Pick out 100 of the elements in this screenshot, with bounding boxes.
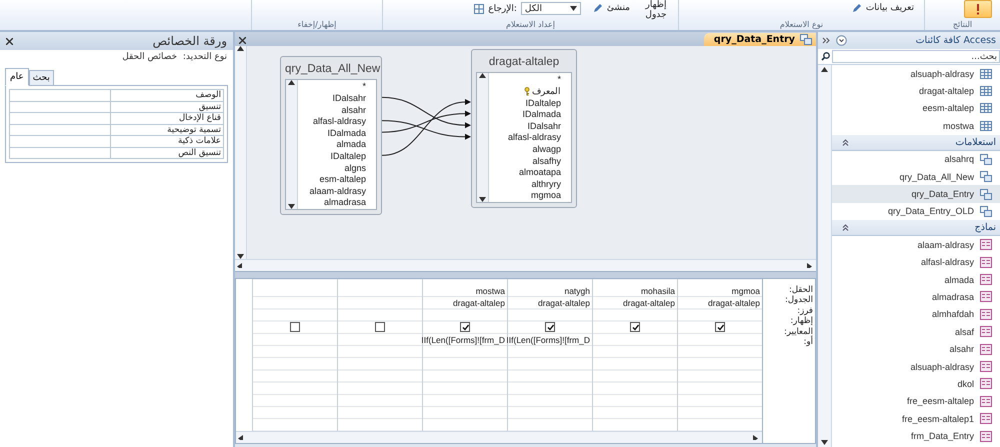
- field-name[interactable]: IDalmada: [298, 127, 376, 139]
- field-name[interactable]: *: [489, 74, 571, 86]
- run-button[interactable]: [964, 0, 992, 18]
- grid-cell[interactable]: mgmoa: [678, 284, 762, 297]
- return-dropdown[interactable]: الكل: [520, 2, 581, 15]
- show-checkbox[interactable]: [375, 322, 385, 332]
- vertical-scrollbar[interactable]: [818, 65, 832, 447]
- navigation-item[interactable]: mostwa: [832, 117, 1000, 135]
- field-name[interactable]: mgmoa: [489, 190, 571, 202]
- field-name[interactable]: alaam-aldrasy: [298, 185, 376, 197]
- field-name[interactable]: althryry: [489, 178, 571, 190]
- show-checkbox[interactable]: [290, 322, 300, 332]
- ribbon-button[interactable]: منشئ: [590, 0, 632, 16]
- field-name[interactable]: IDalsahr: [298, 92, 376, 104]
- field-name[interactable]: IDalsahr: [489, 120, 571, 132]
- field-name[interactable]: almada: [298, 138, 376, 150]
- navigation-item[interactable]: alsahrq: [832, 150, 1000, 168]
- relationship-line[interactable]: [382, 96, 471, 128]
- vertical-scrollbar[interactable]: [477, 72, 489, 202]
- query-icon: [980, 154, 992, 165]
- navigation-item[interactable]: eesm-altalep: [832, 100, 1000, 118]
- form-icon: [980, 256, 992, 268]
- form-icon: [980, 413, 992, 424]
- scroll-left-icon[interactable]: [238, 435, 245, 440]
- field-name[interactable]: المعرف: [489, 85, 571, 97]
- field-name[interactable]: *: [298, 80, 376, 92]
- field-name[interactable]: IDalmada: [489, 108, 571, 120]
- show-checkbox[interactable]: [715, 322, 725, 332]
- show-checkbox[interactable]: [545, 322, 555, 332]
- relationship-line[interactable]: [382, 98, 471, 156]
- show-checkbox[interactable]: [460, 322, 470, 332]
- scroll-right-icon[interactable]: [753, 435, 760, 440]
- navigation-item[interactable]: alsuaph-aldrasy: [832, 65, 1000, 82]
- collapse-button[interactable]: [822, 37, 830, 44]
- navigation-item[interactable]: almadrasa: [832, 288, 1000, 306]
- scroll-right-icon[interactable]: [807, 262, 814, 268]
- document-tab[interactable]: qry_Data_Entry: [704, 32, 816, 46]
- grid-cell[interactable]: dragat-altalep: [678, 296, 762, 310]
- navigation-item[interactable]: dkol: [832, 375, 1000, 393]
- navigation-item[interactable]: alsaf: [832, 323, 1000, 340]
- scroll-up-icon[interactable]: [288, 80, 295, 85]
- group-header[interactable]: نماذج: [832, 220, 1000, 236]
- scroll-left-icon[interactable]: [237, 262, 244, 268]
- field-name[interactable]: esm-altalep: [298, 173, 376, 185]
- field-name[interactable]: almadrasa: [298, 196, 376, 208]
- grid-cell[interactable]: dragat-altalep: [423, 296, 507, 310]
- field-name[interactable]: IDaltalep: [489, 96, 571, 108]
- scroll-up-icon[interactable]: [821, 67, 828, 72]
- property-tab[interactable]: عام: [5, 68, 29, 86]
- ribbon-button[interactable]: إظهار جدول: [642, 0, 670, 20]
- table-field-list[interactable]: qry_Data_All_New * IDalsahr alsahr alfasl-aldrasy IDalmada almada IDaltalep algns esm-altalep alaam-aldrasy almadrasa: [280, 56, 382, 216]
- form-icon: [980, 274, 992, 286]
- navigation-item[interactable]: dragat-altalep: [832, 82, 1000, 100]
- navigation-item[interactable]: qry_Data_Entry: [832, 185, 1000, 203]
- grid-cell[interactable]: dragat-altalep: [593, 296, 677, 310]
- field-name[interactable]: algns: [298, 162, 376, 174]
- vertical-scrollbar[interactable]: [235, 46, 247, 259]
- grid-cell[interactable]: mostwa: [423, 284, 507, 297]
- horizontal-scrollbar[interactable]: [235, 258, 816, 271]
- show-checkbox[interactable]: [630, 322, 640, 332]
- field-name[interactable]: alfasl-aldrasy: [298, 115, 376, 128]
- ribbon-button[interactable]: تعريف بيانات: [850, 0, 916, 16]
- scroll-down-icon[interactable]: [288, 204, 295, 210]
- navigation-item[interactable]: alsuaph-aldrasy: [832, 358, 1000, 376]
- navigation-item[interactable]: fre_eesm-altalep: [832, 392, 1000, 410]
- navigation-item[interactable]: frm_Data_Entry: [832, 427, 1000, 445]
- grid-cell[interactable]: mohasila: [593, 284, 677, 297]
- grid-cell[interactable]: IIf(Len([Forms]![frm_D: [423, 334, 507, 346]
- navigation-item[interactable]: almada: [832, 270, 1000, 288]
- close-button[interactable]: [6, 38, 13, 44]
- horizontal-scrollbar[interactable]: [236, 431, 762, 443]
- scroll-up-icon[interactable]: [479, 72, 486, 78]
- field-name[interactable]: IDaltalep: [298, 150, 376, 162]
- close-button[interactable]: [239, 36, 246, 46]
- relationship-line[interactable]: [382, 120, 471, 140]
- navigation-item[interactable]: fre_eesm-altalep1: [832, 410, 1000, 428]
- field-name[interactable]: almoatapa: [489, 166, 571, 178]
- search-field[interactable]: بحث...: [832, 50, 1000, 63]
- navigation-item[interactable]: qry_Data_Entry_OLD: [832, 202, 1000, 220]
- panel-title: ورقة الخصائص: [152, 34, 227, 48]
- navigation-item[interactable]: alfasl-aldrasy: [832, 254, 1000, 271]
- property-tab[interactable]: بحث: [28, 70, 54, 86]
- navigation-item[interactable]: almhafdah: [832, 306, 1000, 324]
- field-name[interactable]: alfasl-aldrasy: [489, 132, 571, 144]
- relationship-line[interactable]: [382, 110, 471, 132]
- vertical-scrollbar[interactable]: [286, 80, 298, 210]
- grid-cell[interactable]: dragat-altalep: [508, 296, 592, 310]
- field-name[interactable]: alwagp: [489, 143, 571, 155]
- scroll-down-icon[interactable]: [570, 6, 577, 11]
- scroll-down-icon[interactable]: [479, 197, 486, 202]
- grid-cell[interactable]: natygh: [508, 284, 592, 297]
- navigation-item[interactable]: alsahr: [832, 340, 1000, 358]
- field-name[interactable]: alsahr: [298, 104, 376, 116]
- navigation-item[interactable]: alaam-aldrasy: [832, 236, 1000, 254]
- group-header[interactable]: استعلامات: [832, 134, 1000, 151]
- field-name[interactable]: alsafhy: [489, 154, 571, 166]
- navigation-item[interactable]: qry_Data_All_New: [832, 168, 1000, 186]
- grid-cell[interactable]: IIf(Len([Forms]![frm_D: [508, 334, 592, 346]
- scroll-down-icon[interactable]: [821, 440, 828, 445]
- menu-button[interactable]: [836, 35, 847, 46]
